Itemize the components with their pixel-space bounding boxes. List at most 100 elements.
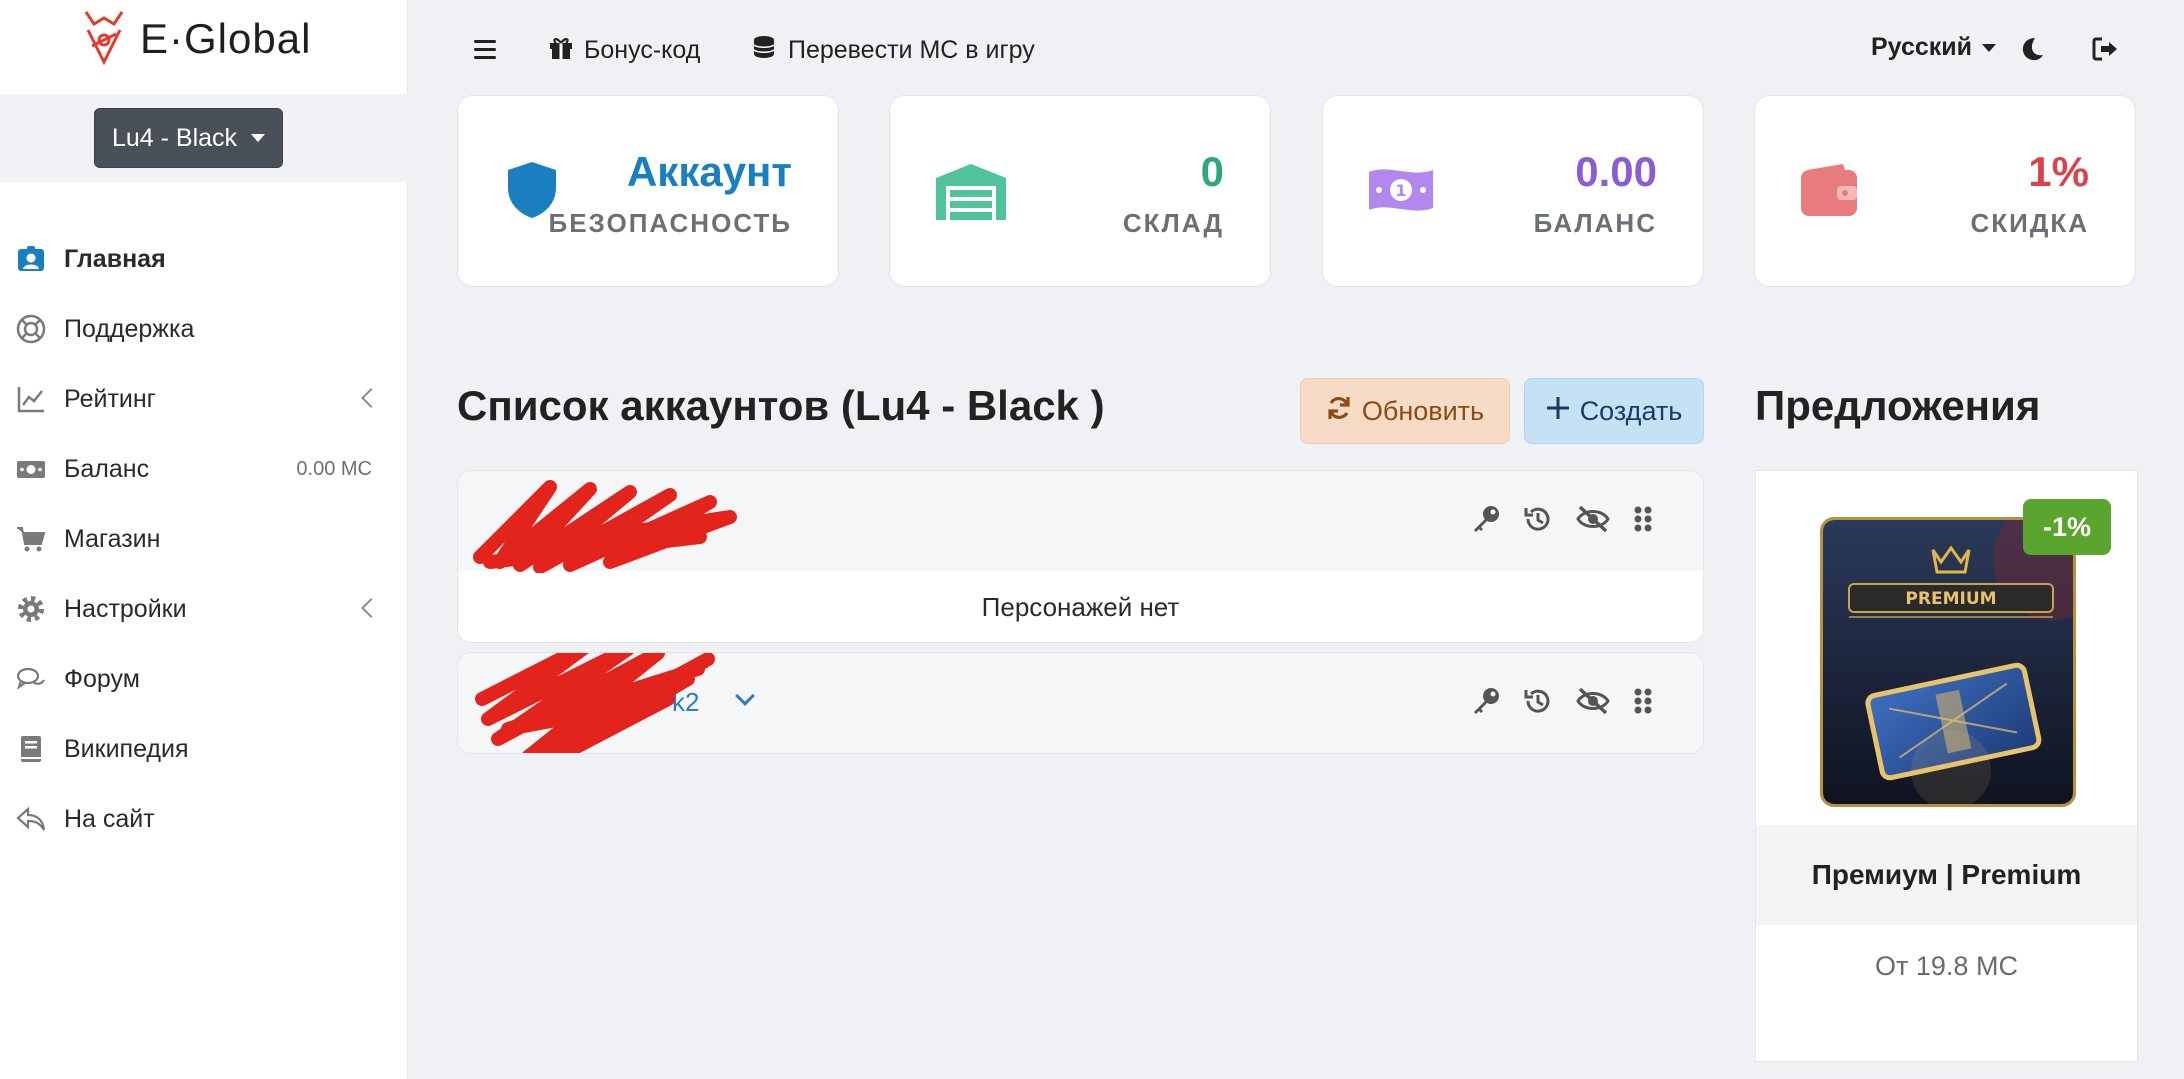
- bonus-code-label: Бонус-код: [584, 36, 701, 64]
- sidebar-item-label: Баланс: [64, 454, 150, 483]
- sidebar-item-label: Главная: [64, 244, 166, 273]
- sidebar-item-to-site[interactable]: На сайт: [0, 784, 408, 854]
- sidebar-item-home[interactable]: Главная: [0, 224, 408, 294]
- offers-title: Предложения: [1755, 382, 2041, 429]
- server-select-zone: Lu4 - Black: [0, 94, 408, 182]
- refresh-button[interactable]: Обновить: [1300, 378, 1510, 444]
- server-select-dropdown[interactable]: Lu4 - Black: [94, 108, 283, 168]
- account-header[interactable]: [458, 471, 1703, 573]
- premium-image: PREMIUM: [1820, 517, 2076, 807]
- balance-amount: 0.00 MC: [296, 457, 372, 480]
- sidebar-item-balance[interactable]: Баланс 0.00 MC: [0, 434, 408, 504]
- balance-label: БАЛАНС: [1533, 208, 1657, 238]
- dark-mode-toggle[interactable]: [2020, 36, 2044, 69]
- reply-icon: [14, 802, 48, 836]
- comments-icon: [14, 662, 48, 696]
- sidebar-item-label: Магазин: [64, 524, 161, 553]
- sidebar-item-support[interactable]: Поддержка: [0, 294, 408, 364]
- sidebar-item-rating[interactable]: Рейтинг: [0, 364, 408, 434]
- plus-icon: [1546, 396, 1570, 427]
- eye-slash-icon[interactable]: [1575, 686, 1611, 721]
- grip-icon[interactable]: [1633, 504, 1653, 539]
- grip-icon[interactable]: [1633, 686, 1653, 721]
- coins-icon: [750, 34, 778, 67]
- account-actions: [1471, 686, 1653, 721]
- transfer-mc-label: Перевести МС в игру: [788, 36, 1035, 64]
- offer-name: Премиум | Premium: [1756, 825, 2137, 925]
- logo[interactable]: E·Global: [82, 6, 311, 71]
- discount-badge: -1%: [2023, 499, 2111, 555]
- moon-icon: [2020, 36, 2044, 69]
- lifebuoy-icon: [14, 312, 48, 346]
- security-card[interactable]: Аккаунт БЕЗОПАСНОСТЬ: [457, 95, 839, 287]
- sidebar-nav: Главная Поддержка Рейтинг Баланс 0.00 MC: [0, 224, 408, 854]
- chart-line-icon: [14, 382, 48, 416]
- chevron-down-icon[interactable]: [735, 686, 755, 706]
- book-icon: [14, 732, 48, 766]
- sidebar-item-label: Настройки: [64, 594, 187, 623]
- warehouse-label: СКЛАД: [1122, 208, 1224, 238]
- sidebar-item-forum[interactable]: Форум: [0, 644, 408, 714]
- history-icon[interactable]: [1523, 686, 1553, 721]
- accounts-title: Список аккаунтов (Lu4 - Black ): [457, 382, 1105, 429]
- offer-price: От 19.8 MC: [1875, 951, 2018, 981]
- bonus-code-link[interactable]: Бонус-код: [548, 34, 700, 67]
- server-select-label: Lu4 - Black: [111, 123, 238, 152]
- warehouse-card[interactable]: 0 СКЛАД: [889, 95, 1271, 287]
- gear-icon: [14, 592, 48, 626]
- account-header[interactable]: k2: [458, 653, 1703, 753]
- eye-slash-icon[interactable]: [1575, 504, 1611, 539]
- sidebar-item-label: Поддержка: [64, 314, 195, 343]
- user-badge-icon: [14, 242, 48, 276]
- sidebar-item-settings[interactable]: Настройки: [0, 574, 408, 644]
- wallet-icon: [1799, 162, 1859, 223]
- chevron-left-icon: [361, 598, 381, 618]
- gift-icon: [548, 34, 574, 67]
- create-label: Создать: [1579, 395, 1683, 426]
- cart-icon: [14, 522, 48, 556]
- sidebar-item-label: Рейтинг: [64, 384, 156, 413]
- sidebar-item-shop[interactable]: Магазин: [0, 504, 408, 574]
- language-dropdown[interactable]: Русский: [1871, 33, 1997, 62]
- security-label: БЕЗОПАСНОСТЬ: [548, 208, 792, 238]
- sidebar-item-wiki[interactable]: Википедия: [0, 714, 408, 784]
- warehouse-icon: [934, 162, 1008, 227]
- no-characters-text: Персонажей нет: [981, 591, 1180, 622]
- money-bill-icon: 1: [1367, 164, 1435, 221]
- logo-text: E·Global: [140, 14, 312, 62]
- topbar: Бонус-код Перевести МС в игру Русский: [408, 0, 2184, 100]
- logout-button[interactable]: [2092, 36, 2120, 69]
- key-icon[interactable]: [1471, 686, 1501, 721]
- discount-value: 1%: [2028, 148, 2089, 195]
- sidebar-item-label: Википедия: [64, 734, 189, 763]
- fox-logo-icon: [82, 6, 126, 71]
- history-icon[interactable]: [1523, 504, 1553, 539]
- security-value: Аккаунт: [626, 148, 792, 195]
- account-card: Персонажей нет: [457, 470, 1704, 643]
- money-icon: [14, 452, 48, 486]
- menu-toggle-icon[interactable]: [474, 40, 496, 64]
- sign-out-icon: [2092, 36, 2120, 69]
- refresh-label: Обновить: [1361, 395, 1485, 426]
- caret-down-icon: [1982, 43, 1997, 52]
- sync-icon: [1326, 395, 1352, 428]
- transfer-mc-link[interactable]: Перевести МС в игру: [750, 34, 1035, 67]
- premium-image-label: PREMIUM: [1905, 589, 1996, 609]
- key-icon[interactable]: [1471, 504, 1501, 539]
- discount-label: СКИДКА: [1970, 208, 2089, 238]
- sidebar-item-label: Форум: [64, 664, 140, 693]
- account-actions: [1471, 504, 1653, 539]
- language-label: Русский: [1871, 33, 1973, 61]
- chevron-left-icon: [361, 388, 381, 408]
- caret-down-icon: [251, 134, 266, 142]
- discount-card[interactable]: 1% СКИДКА: [1754, 95, 2136, 287]
- redaction-scribble: [475, 653, 715, 753]
- svg-text:1: 1: [1395, 181, 1406, 200]
- warehouse-value: 0: [1200, 148, 1224, 195]
- sidebar: E·Global Lu4 - Black Главная Поддержка Р…: [0, 0, 408, 1079]
- balance-card[interactable]: 1 0.00 БАЛАНС: [1322, 95, 1704, 287]
- offer-card[interactable]: PREMIUM -1% Премиум | Premium От 19.8 MC: [1755, 470, 2138, 1062]
- redaction-scribble: [473, 480, 737, 573]
- balance-value: 0.00: [1575, 148, 1657, 195]
- create-account-button[interactable]: Создать: [1524, 378, 1704, 444]
